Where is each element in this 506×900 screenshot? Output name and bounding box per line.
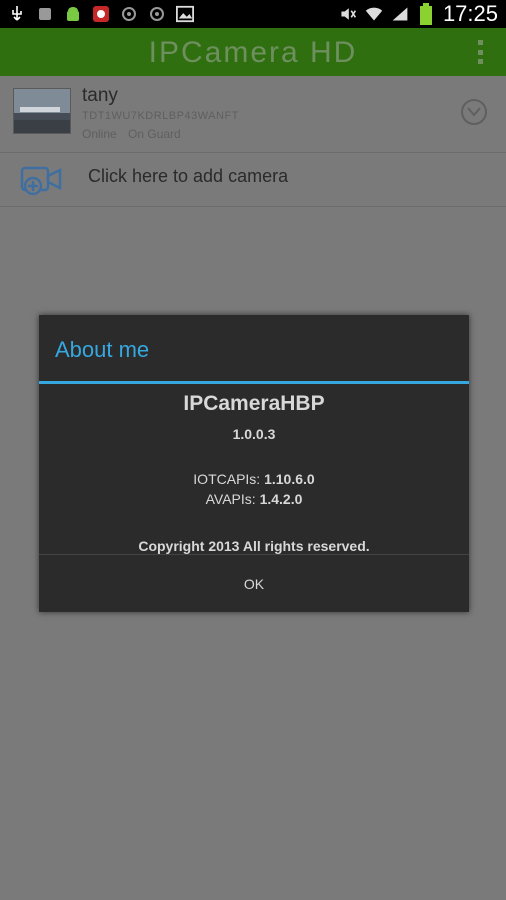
dialog-av-line: AVAPIs: 1.4.2.0 [39, 491, 469, 507]
wifi-icon [365, 5, 383, 23]
dialog-copyright: Copyright 2013 All rights reserved. [138, 538, 370, 554]
notification-icon [36, 5, 54, 23]
camera-status: Online [82, 127, 117, 141]
camera-list-item[interactable]: tany TDT1WU7KDRLBP43WANFT Online On Guar… [0, 76, 506, 153]
status-bar: 17:25 [0, 0, 506, 28]
camera-mode: On Guard [128, 127, 181, 141]
add-camera-icon [20, 162, 64, 196]
signal-icon [391, 5, 409, 23]
status-time: 17:25 [442, 1, 498, 26]
av-label: AVAPIs: [205, 491, 256, 507]
dialog-version: 1.0.0.3 [232, 426, 276, 442]
dialog-title: About me [55, 337, 150, 362]
status-bar-left [8, 3, 194, 25]
dialog-iotc-line: IOTCAPIs: 1.10.6.0 [39, 471, 469, 487]
gallery-icon [176, 5, 194, 23]
add-camera-row[interactable]: Click here to add camera [0, 152, 506, 207]
overflow-menu-icon[interactable] [476, 40, 484, 64]
theme-icon [148, 5, 166, 23]
battery-icon [417, 3, 435, 25]
iotc-label: IOTCAPIs: [193, 471, 261, 487]
camera-thumbnail [13, 88, 71, 134]
mute-icon [339, 5, 357, 23]
status-bar-right: 17:25 [339, 1, 498, 26]
add-camera-label: Click here to add camera [88, 166, 289, 186]
dialog-divider [39, 381, 469, 384]
dialog-app-name: IPCameraHBP [183, 392, 325, 415]
action-bar: IPCamera HD [0, 28, 506, 76]
app-icon [92, 5, 110, 23]
iotc-value: 1.10.6.0 [264, 471, 315, 487]
chevron-down-circle-icon[interactable] [461, 99, 487, 125]
camera-status-line: Online On Guard [82, 127, 189, 141]
android-icon [64, 5, 82, 23]
av-value: 1.4.2.0 [259, 491, 303, 507]
ok-button[interactable]: OK [39, 555, 469, 612]
camera-name: tany [82, 85, 118, 106]
camera-uid: TDT1WU7KDRLBP43WANFT [82, 110, 239, 122]
app-title: IPCamera HD [148, 36, 358, 69]
settings-icon [120, 5, 138, 23]
about-dialog: About me IPCameraHBP 1.0.0.3 IOTCAPIs: 1… [39, 315, 469, 612]
usb-icon [8, 5, 26, 23]
